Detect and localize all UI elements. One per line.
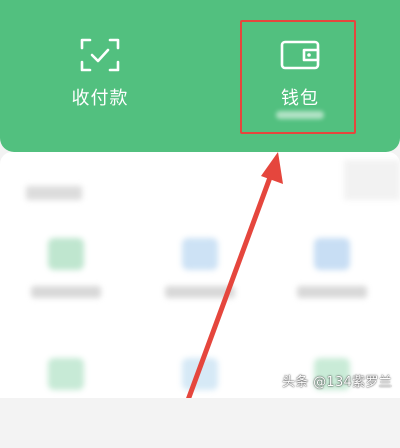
pay-receive-label: 收付款 — [71, 88, 129, 109]
pay-receive-button[interactable]: 收付款 — [0, 0, 200, 152]
highlight-frame — [240, 20, 356, 134]
grid-item[interactable] — [26, 358, 106, 448]
grid-item[interactable] — [292, 238, 372, 328]
grid-item[interactable] — [160, 358, 240, 448]
section-title-blurred — [26, 186, 82, 200]
services-grid-area — [0, 152, 400, 398]
blurred-icon — [182, 238, 218, 270]
blurred-icon — [182, 358, 218, 390]
watermark-text: 头条 @134紫罗兰 — [282, 375, 392, 390]
grid-item[interactable] — [160, 238, 240, 328]
services-card: 收付款 钱包 — [0, 0, 400, 152]
blurred-label — [31, 286, 101, 298]
blurred-label — [297, 286, 367, 298]
blurred-icon — [48, 238, 84, 270]
right-edge-blurred — [344, 160, 400, 200]
blurred-icon — [48, 358, 84, 390]
blurred-label — [165, 286, 235, 298]
grid-item[interactable] — [26, 238, 106, 328]
blurred-icon — [314, 238, 350, 270]
scan-check-icon — [80, 38, 120, 72]
